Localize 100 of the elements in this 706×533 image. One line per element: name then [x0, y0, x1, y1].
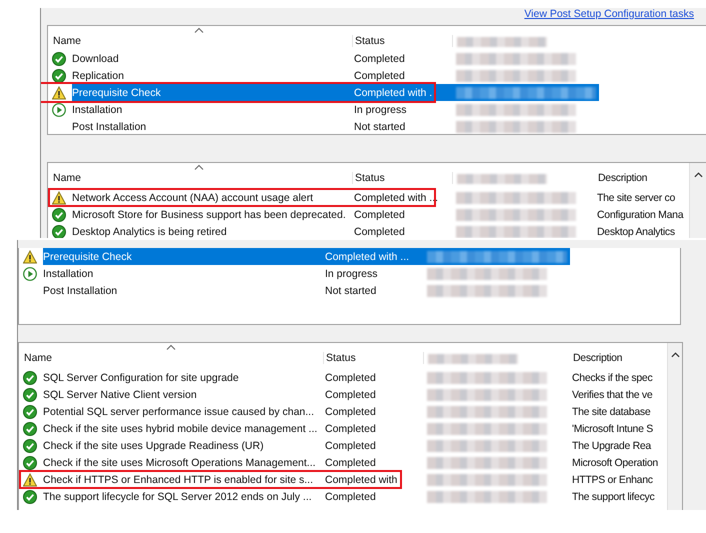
- name-text: Prerequisite Check: [43, 250, 132, 262]
- name-text: SQL Server Native Client version: [43, 388, 197, 400]
- scroll-up-icon[interactable]: [694, 172, 702, 178]
- list-row[interactable]: Installation In progress: [48, 101, 706, 118]
- check-circle-icon: [23, 456, 37, 470]
- play-circle-icon: [23, 266, 37, 280]
- scroll-up-icon[interactable]: [670, 352, 680, 358]
- list-row[interactable]: SQL Server Configuration for site upgrade Completed Checks if the spec: [19, 369, 665, 386]
- warning-icon: [23, 250, 37, 264]
- name-text: Network Access Account (NAA) account usage alert: [72, 192, 314, 204]
- list-row[interactable]: Potential SQL server performance issue caused by chan... Completed The site database: [19, 403, 665, 420]
- description-text: Configuration Mana: [597, 208, 684, 220]
- scrollbar[interactable]: [689, 163, 706, 238]
- column-header[interactable]: Name: [19, 352, 324, 364]
- sort-caret-icon: [194, 164, 204, 170]
- status-text: Completed with ...: [325, 250, 410, 262]
- check-circle-icon: [23, 490, 37, 504]
- status-text: Completed with: [325, 474, 398, 486]
- list-row[interactable]: Check if the site uses hybrid mobile device management ... Completed 'Microsoft Intune S: [19, 420, 665, 437]
- list-row[interactable]: Installation In progress: [19, 265, 680, 282]
- description-text: The Upgrade Rea: [572, 440, 651, 452]
- check-circle-icon: [23, 422, 37, 436]
- sort-caret-icon: [194, 27, 204, 33]
- warning-icon: [23, 472, 37, 486]
- name-text: Potential SQL server performance issue caused by chan...: [43, 406, 314, 418]
- list-row[interactable]: Replication Completed: [48, 67, 706, 84]
- list-row[interactable]: Post Installation Not started: [19, 282, 680, 299]
- name-text: SQL Server Configuration for site upgrade: [43, 372, 239, 384]
- status-text: Completed with .: [354, 86, 432, 98]
- name-text: Check if the site uses hybrid mobile device management ...: [43, 422, 318, 434]
- name-text: Prerequisite Check: [72, 86, 161, 98]
- status-text: Completed: [325, 406, 376, 418]
- status-text: Completed: [354, 70, 405, 82]
- description-text: 'Microsoft Intune S: [572, 422, 653, 434]
- column-header[interactable]: Status: [353, 172, 453, 184]
- column-header[interactable]: Name: [48, 35, 353, 47]
- check-circle-icon: [23, 370, 37, 384]
- list-row[interactable]: Check if the site uses Microsoft Operations Management... Completed Microsoft Operation: [19, 454, 665, 471]
- name-text: Check if HTTPS or Enhanced HTTP is enabled for site s...: [43, 474, 314, 486]
- status-text: Completed: [354, 208, 405, 220]
- list-row[interactable]: The support lifecycle for SQL Server 2012 ends on July ... Completed The support lifecyc: [19, 488, 665, 505]
- check-circle-icon: [23, 438, 37, 452]
- list-row[interactable]: Prerequisite Check Completed with .: [48, 84, 706, 101]
- check-circle-icon: [52, 208, 66, 222]
- description-text: HTTPS or Enhanc: [572, 474, 653, 486]
- status-text: Completed: [325, 422, 376, 434]
- list-row[interactable]: Check if HTTPS or Enhanced HTTP is enabled for site s... Completed with HTTPS or Enhanc: [19, 471, 665, 488]
- name-text: Post Installation: [43, 284, 118, 296]
- description-text: The site database: [572, 406, 650, 418]
- description-text: Checks if the spec: [572, 372, 652, 384]
- status-text: Completed: [354, 52, 405, 64]
- name-text: Download: [72, 52, 119, 64]
- status-text: Completed: [325, 372, 376, 384]
- status-text: Completed: [325, 490, 376, 502]
- status-text: Completed with ...: [354, 192, 438, 204]
- check-circle-icon: [23, 404, 37, 418]
- status-text: Completed: [325, 388, 376, 400]
- column-header[interactable]: Description: [595, 172, 648, 184]
- description-text: The site server co: [597, 192, 676, 204]
- status-text: In progress: [325, 268, 378, 280]
- check-circle-icon: [52, 52, 66, 66]
- scrollbar[interactable]: [667, 343, 682, 510]
- play-circle-icon: [52, 102, 66, 116]
- list-row[interactable]: Desktop Analytics is being retired Completed Desktop Analytics: [48, 223, 689, 238]
- warning-icon: [52, 86, 66, 100]
- description-text: Verifies that the ve: [572, 388, 652, 400]
- list-row[interactable]: Microsoft Store for Business support has been deprecated. Completed Configuration Mana: [48, 206, 689, 223]
- status-text: Completed: [325, 456, 376, 468]
- column-header[interactable]: Status: [324, 352, 424, 364]
- status-text: Completed: [325, 440, 376, 452]
- warning-icon: [52, 190, 66, 204]
- list-row[interactable]: Download Completed: [48, 50, 706, 67]
- name-text: Post Installation: [72, 120, 146, 132]
- list-row[interactable]: Network Access Account (NAA) account usage alert Completed with ... The site server co: [48, 189, 689, 206]
- check-circle-icon: [23, 388, 37, 402]
- column-header[interactable]: Name: [48, 172, 353, 184]
- description-text: Desktop Analytics: [597, 226, 675, 238]
- list-row[interactable]: Prerequisite Check Completed with ...: [19, 248, 680, 265]
- name-text: Installation: [72, 104, 122, 116]
- status-text: Not started: [354, 120, 406, 132]
- name-text: Check if the site uses Upgrade Readiness (UR): [43, 440, 264, 452]
- name-text: Microsoft Store for Business support has been deprecated.: [72, 208, 346, 220]
- sort-caret-icon: [166, 344, 176, 350]
- list-row[interactable]: SQL Server Native Client version Completed Verifies that the ve: [19, 386, 665, 403]
- status-text: Completed: [354, 226, 405, 238]
- name-text: Check if the site uses Microsoft Operations Management...: [43, 456, 316, 468]
- post-setup-link[interactable]: View Post Setup Configuration tasks: [524, 8, 694, 20]
- name-text: Installation: [43, 268, 94, 280]
- name-text: Desktop Analytics is being retired: [72, 226, 227, 238]
- name-text: The support lifecycle for SQL Server 2012 ends on July ...: [43, 490, 312, 502]
- column-header[interactable]: Status: [353, 35, 453, 47]
- list-row[interactable]: Check if the site uses Upgrade Readiness (UR) Completed The Upgrade Rea: [19, 437, 665, 454]
- column-header[interactable]: Description: [570, 352, 622, 364]
- list-row[interactable]: Post Installation Not started: [48, 118, 706, 135]
- description-text: The support lifecyc: [572, 490, 654, 502]
- status-text: In progress: [354, 104, 407, 116]
- status-text: Not started: [325, 284, 376, 296]
- check-circle-icon: [52, 68, 66, 82]
- description-text: Microsoft Operation: [572, 456, 658, 468]
- name-text: Replication: [72, 70, 124, 82]
